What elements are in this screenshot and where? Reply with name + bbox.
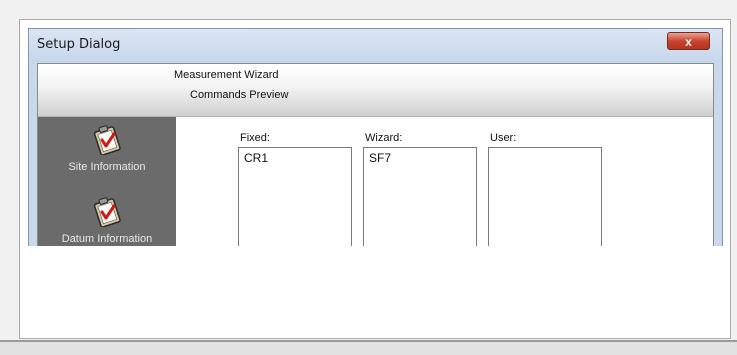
setup-dialog: Setup Dialog x Measurement Wizard Comman…	[28, 28, 723, 246]
sidebar-item-label: Datum Information	[61, 233, 153, 245]
wizard-sidebar: Site Information Datum Information	[38, 117, 176, 246]
commands-preview-panel: Fixed: CR1 Wizard: SF7 User:	[176, 117, 713, 246]
fixed-label: Fixed:	[240, 132, 270, 144]
bottom-border	[0, 340, 737, 355]
wizard-label: Wizard:	[365, 132, 403, 144]
fixed-command-item[interactable]: CR1	[244, 151, 268, 165]
dialog-client-area: Measurement Wizard Commands Preview Site…	[37, 63, 714, 246]
title-bar[interactable]: Setup Dialog x	[29, 29, 722, 63]
user-commands-list[interactable]	[488, 147, 602, 246]
wizard-command-item[interactable]: SF7	[369, 151, 391, 165]
clipboard-check-icon	[93, 125, 121, 155]
clipboard-check-icon	[93, 197, 121, 227]
sidebar-item-site-information[interactable]: Site Information	[38, 125, 176, 173]
fixed-commands-list[interactable]: CR1	[238, 147, 352, 246]
dialog-title: Setup Dialog	[37, 37, 121, 52]
sidebar-item-datum-information[interactable]: Datum Information	[38, 197, 176, 245]
wizard-header: Measurement Wizard Commands Preview	[38, 64, 713, 117]
wizard-title: Measurement Wizard	[174, 69, 279, 81]
wizard-commands-list[interactable]: SF7	[363, 147, 477, 246]
user-label: User:	[490, 132, 517, 144]
close-icon: x	[685, 35, 692, 49]
close-button[interactable]: x	[667, 32, 710, 50]
wizard-subtitle: Commands Preview	[190, 89, 289, 101]
sidebar-item-label: Site Information	[68, 161, 146, 173]
